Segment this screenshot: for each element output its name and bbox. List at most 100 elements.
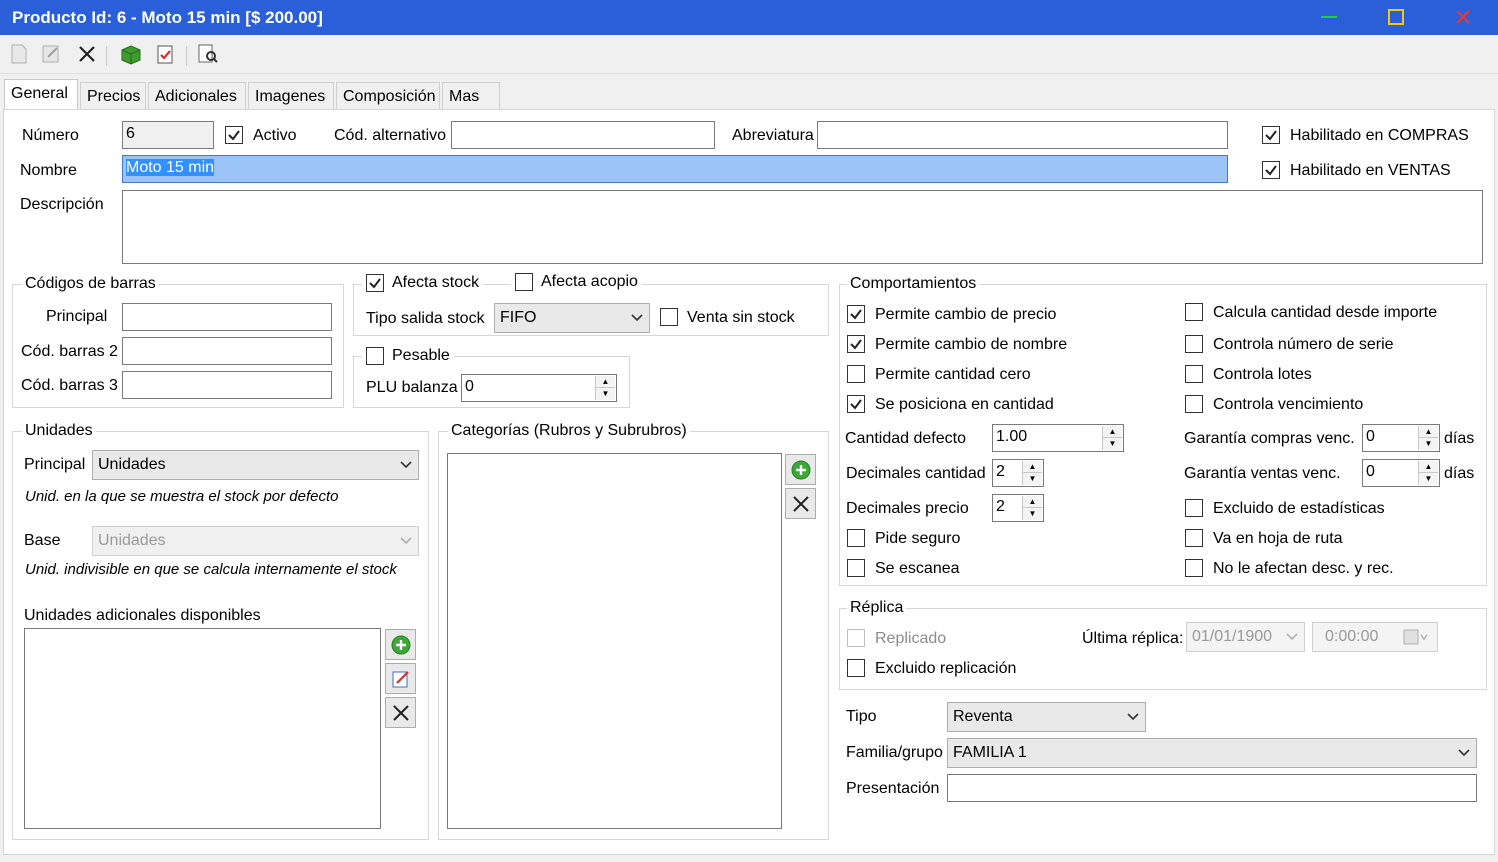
pesable-checkbox[interactable] (366, 347, 384, 365)
plu-stepper[interactable]: 0 ▲ ▼ (461, 374, 617, 402)
no-afectan-checkbox[interactable] (1185, 559, 1203, 577)
tipo-select[interactable]: Reventa (947, 702, 1146, 732)
no-afectan-label: No le afectan desc. y rec. (1213, 560, 1394, 577)
spin-down-icon: ▼ (1108, 439, 1117, 448)
controla-lotes-checkbox[interactable] (1185, 365, 1203, 383)
afecta-stock-checkbox[interactable] (366, 274, 384, 292)
permite-cambio-precio-label: Permite cambio de precio (875, 306, 1057, 323)
activo-checkbox[interactable] (225, 126, 243, 144)
categories-tree[interactable] (447, 453, 782, 829)
delete-button[interactable] (74, 41, 100, 67)
tab-adicionales[interactable]: Adicionales (148, 82, 246, 110)
habilitado-compras-checkbox[interactable] (1262, 126, 1280, 144)
plu-value: 0 (465, 378, 474, 395)
report-icon (157, 45, 173, 64)
chevron-down-icon (1286, 633, 1298, 641)
tipo-salida-value: FIFO (500, 309, 537, 326)
replicado-checkbox[interactable] (847, 629, 865, 647)
calcula-cantidad-checkbox[interactable] (1185, 303, 1203, 321)
garantia-compras-value: 0 (1366, 428, 1375, 445)
title-bar: Producto Id: 6 - Moto 15 min [$ 200.00] (0, 0, 1498, 35)
garantia-ventas-stepper[interactable]: 0 ▲ ▼ (1362, 459, 1440, 487)
minimize-button[interactable] (1318, 6, 1342, 28)
add-category-button[interactable] (785, 454, 816, 485)
tab-general[interactable]: General (4, 79, 78, 110)
barcode-2-field[interactable] (122, 337, 332, 365)
hoja-ruta-checkbox[interactable] (1185, 529, 1203, 547)
cod-alternativo-field[interactable] (451, 121, 715, 149)
check-icon (850, 339, 862, 350)
abreviatura-field[interactable] (817, 121, 1228, 149)
acopio-title: Afecta acopio (511, 273, 642, 291)
familia-select[interactable]: FAMILIA 1 (947, 738, 1477, 768)
dias-ventas-label: días (1444, 465, 1475, 482)
decimales-precio-stepper[interactable]: 2 ▲ ▼ (992, 494, 1044, 522)
replica-hora-picker[interactable]: 0:00:00 (1312, 622, 1438, 652)
toolbar (0, 36, 1498, 74)
venta-sin-stock-checkbox[interactable] (660, 308, 678, 326)
spin-buttons[interactable]: ▲ ▼ (1418, 426, 1438, 450)
numero-field[interactable]: 6 (122, 121, 214, 149)
spin-buttons[interactable]: ▲ ▼ (1418, 461, 1438, 485)
tab-imagenes[interactable]: Imagenes (248, 82, 334, 110)
barcode-principal-label: Principal (46, 308, 108, 325)
status-bar (0, 855, 1498, 862)
permite-cambio-precio-checkbox[interactable] (847, 305, 865, 323)
cod-alternativo-label: Cód. alternativo (334, 127, 447, 144)
permite-cantidad-cero-checkbox[interactable] (847, 365, 865, 383)
add-unit-button[interactable] (385, 629, 416, 660)
maximize-button[interactable] (1384, 6, 1408, 28)
unidades-adicionales-list[interactable] (24, 628, 381, 829)
edit-unit-button[interactable] (385, 663, 416, 694)
controla-vencimiento-checkbox[interactable] (1185, 395, 1203, 413)
close-button[interactable] (1451, 6, 1475, 28)
tab-composicion[interactable]: Composición (336, 82, 440, 110)
unit-principal-select[interactable]: Unidades (92, 450, 419, 480)
preview-button[interactable] (195, 41, 221, 67)
garantia-compras-stepper[interactable]: 0 ▲ ▼ (1362, 424, 1440, 452)
tab-precios[interactable]: Precios (80, 82, 146, 110)
nombre-label: Nombre (20, 162, 77, 179)
plu-spin-buttons[interactable]: ▲ ▼ (595, 376, 615, 400)
presentacion-field[interactable] (947, 774, 1477, 802)
afecta-acopio-checkbox[interactable] (515, 273, 533, 291)
unit-base-select[interactable]: Unidades (92, 526, 419, 556)
edit-button[interactable] (38, 41, 64, 67)
delete-icon (79, 46, 95, 62)
barcode-principal-field[interactable] (122, 303, 332, 331)
replica-fecha-picker[interactable]: 01/01/1900 (1186, 622, 1305, 652)
spin-buttons[interactable]: ▲ ▼ (1022, 496, 1042, 520)
decimales-cantidad-stepper[interactable]: 2 ▲ ▼ (992, 459, 1044, 487)
descripcion-field[interactable] (122, 190, 1483, 264)
excluido-replicacion-checkbox[interactable] (847, 659, 865, 677)
afecta-acopio-label: Afecta acopio (541, 273, 638, 290)
pide-seguro-checkbox[interactable] (847, 529, 865, 547)
tipo-salida-select[interactable]: FIFO (494, 303, 650, 333)
numero-label: Número (22, 127, 79, 144)
chevron-down-icon (400, 537, 412, 545)
excluido-estadisticas-checkbox[interactable] (1185, 499, 1203, 517)
behaviors-title: Comportamientos (847, 275, 980, 293)
cantidad-defecto-stepper[interactable]: 1.00 ▲ ▼ (992, 424, 1124, 452)
habilitado-ventas-checkbox[interactable] (1262, 161, 1280, 179)
barcode-3-field[interactable] (122, 371, 332, 399)
product-button[interactable] (118, 41, 144, 67)
new-button[interactable] (6, 41, 32, 67)
delete-category-button[interactable] (785, 488, 816, 519)
add-icon (391, 635, 410, 654)
spin-buttons[interactable]: ▲ ▼ (1022, 461, 1042, 485)
cantidad-defecto-label: Cantidad defecto (845, 430, 966, 447)
spin-up-icon: ▲ (1023, 496, 1042, 508)
spin-buttons[interactable]: ▲ ▼ (1102, 426, 1122, 450)
calendar-icon (1403, 629, 1428, 645)
permite-cambio-nombre-checkbox[interactable] (847, 335, 865, 353)
nombre-field[interactable]: Moto 15 min (122, 155, 1228, 183)
decimales-cantidad-value: 2 (996, 463, 1005, 480)
delete-unit-button[interactable] (385, 697, 416, 728)
tab-mas[interactable]: Mas (442, 82, 500, 110)
report-button[interactable] (152, 41, 178, 67)
se-posiciona-cantidad-checkbox[interactable] (847, 395, 865, 413)
se-escanea-checkbox[interactable] (847, 559, 865, 577)
controla-serie-checkbox[interactable] (1185, 335, 1203, 353)
delete-icon (792, 495, 809, 512)
